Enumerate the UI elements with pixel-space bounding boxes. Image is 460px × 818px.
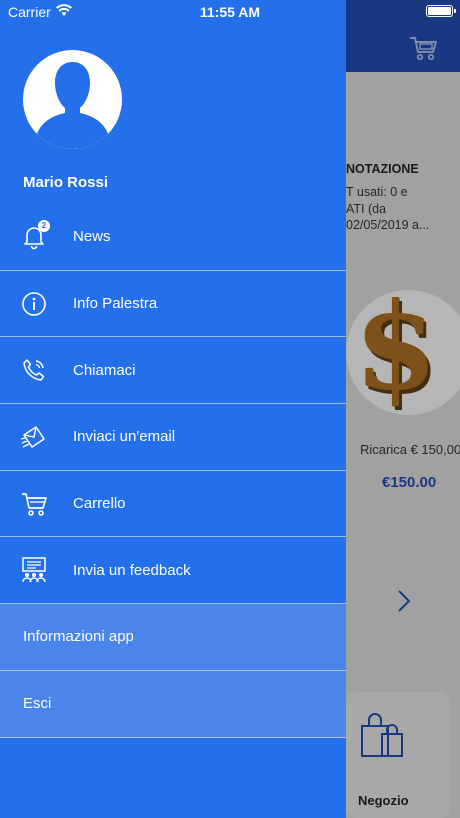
bell-icon: 2	[20, 219, 50, 251]
news-badge: 2	[38, 219, 50, 232]
menu-item-esci[interactable]: Esci	[0, 670, 346, 738]
menu-item-invia-feedback[interactable]: Invia un feedback	[0, 537, 346, 605]
status-bar: Carrier 11:55 AM	[0, 0, 460, 24]
menu-item-carrello[interactable]: Carrello	[0, 471, 346, 538]
user-name: Mario Rossi	[23, 174, 109, 191]
drawer-menu: 2 News Info Palestra Chiamaci Inviaci un…	[0, 204, 346, 738]
menu-item-label: Esci	[23, 695, 52, 713]
user-silhouette-icon	[37, 62, 108, 149]
menu-item-label: Chiamaci	[73, 361, 136, 379]
status-time: 11:55 AM	[199, 4, 261, 20]
menu-item-inviaci-email[interactable]: Inviaci un'email	[0, 404, 346, 471]
feedback-icon	[20, 556, 48, 584]
menu-item-label: Informazioni app	[23, 628, 134, 646]
menu-item-label: Info Palestra	[73, 295, 158, 313]
side-drawer: Mario Rossi 2 News Info Palestra Chiamac…	[0, 0, 346, 818]
menu-item-label: Inviaci un'email	[73, 428, 176, 446]
menu-item-chiamaci[interactable]: Chiamaci	[0, 337, 346, 405]
battery-icon	[426, 5, 456, 17]
menu-item-label: Invia un feedback	[73, 561, 191, 579]
avatar[interactable]	[23, 50, 122, 149]
menu-item-label: Carrello	[73, 495, 126, 513]
menu-item-label: News	[73, 228, 111, 246]
info-icon	[20, 290, 48, 318]
cart-icon	[20, 490, 48, 518]
email-icon	[20, 423, 48, 451]
phone-icon	[20, 356, 48, 384]
menu-item-info-palestra[interactable]: Info Palestra	[0, 271, 346, 338]
menu-item-informazioni-app[interactable]: Informazioni app	[0, 604, 346, 671]
menu-item-news[interactable]: 2 News	[0, 204, 346, 271]
